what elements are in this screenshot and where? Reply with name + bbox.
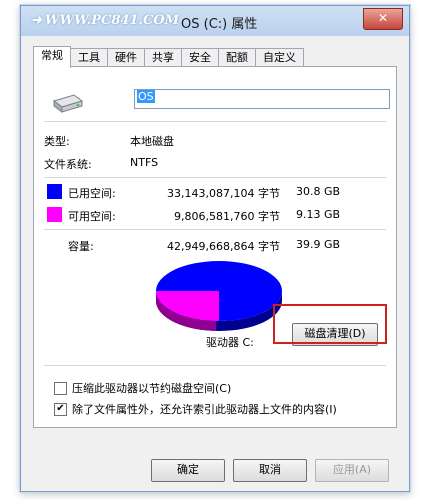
apply-button[interactable]: 应用(A) <box>315 459 389 482</box>
free-space-bytes: 9,806,581,760 字节 <box>174 210 280 223</box>
window-title: OS (C:) 属性 <box>181 17 258 32</box>
tab-hardware[interactable]: 硬件 <box>107 48 145 67</box>
watermark-logo: ➜ WWW.PC841.COM <box>31 13 180 28</box>
used-space-swatch <box>47 184 62 199</box>
tab-tools[interactable]: 工具 <box>70 48 108 67</box>
properties-dialog: ➜ WWW.PC841.COM OS (C:) 属性 ✕ 常规 工具 硬件 共享 … <box>20 5 410 492</box>
used-space-label: 已用空间: <box>68 187 116 200</box>
disk-usage-pie <box>155 261 282 331</box>
tab-customize[interactable]: 自定义 <box>255 48 304 67</box>
compress-checkbox[interactable] <box>54 381 67 395</box>
index-option-row[interactable]: ✔ 除了文件属性外，还允许索引此驱动器上文件的内容(I) <box>54 401 337 417</box>
capacity-size: 39.9 GB <box>296 238 341 251</box>
filesystem-label: 文件系统: <box>44 158 92 171</box>
tab-bar: 常规 工具 硬件 共享 安全 配额 自定义 <box>33 46 304 68</box>
compress-option-row[interactable]: 压缩此驱动器以节约磁盘空间(C) <box>54 380 231 396</box>
index-option-label: 除了文件属性外，还允许索引此驱动器上文件的内容(I) <box>72 403 337 416</box>
divider <box>44 177 386 178</box>
filesystem-value: NTFS <box>130 156 159 169</box>
free-space-label: 可用空间: <box>68 210 116 223</box>
type-label: 类型: <box>44 135 70 148</box>
ok-button[interactable]: 确定 <box>151 459 225 482</box>
divider <box>44 121 386 122</box>
divider <box>44 229 386 230</box>
free-space-size: 9.13 GB <box>296 208 341 221</box>
divider <box>44 365 386 366</box>
used-space-bytes: 33,143,087,104 字节 <box>167 187 280 200</box>
index-checkbox[interactable]: ✔ <box>54 402 67 416</box>
capacity-label: 容量: <box>68 240 94 253</box>
capacity-bytes: 42,949,668,864 字节 <box>167 240 280 253</box>
tab-quota[interactable]: 配额 <box>218 48 256 67</box>
compress-option-label: 压缩此驱动器以节约磁盘空间(C) <box>72 382 232 395</box>
free-space-swatch <box>47 207 62 222</box>
used-space-size: 30.8 GB <box>296 185 341 198</box>
tab-general[interactable]: 常规 <box>33 46 71 68</box>
drive-name-field[interactable]: OS <box>134 89 390 109</box>
tab-security[interactable]: 安全 <box>181 48 219 67</box>
close-button[interactable]: ✕ <box>363 8 403 30</box>
arrow-icon: ➜ <box>31 13 42 28</box>
title-bar[interactable]: ➜ WWW.PC841.COM OS (C:) 属性 ✕ <box>21 6 409 36</box>
cleanup-highlight-box <box>273 304 387 344</box>
tab-sharing[interactable]: 共享 <box>144 48 182 67</box>
hard-drive-icon <box>52 94 84 113</box>
drive-letter-label: 驱动器 C: <box>206 336 254 349</box>
type-value: 本地磁盘 <box>130 135 174 148</box>
general-panel: OS 类型: 本地磁盘 文件系统: NTFS 已用空间: 33,143,087,… <box>33 66 397 428</box>
cancel-button[interactable]: 取消 <box>233 459 307 482</box>
